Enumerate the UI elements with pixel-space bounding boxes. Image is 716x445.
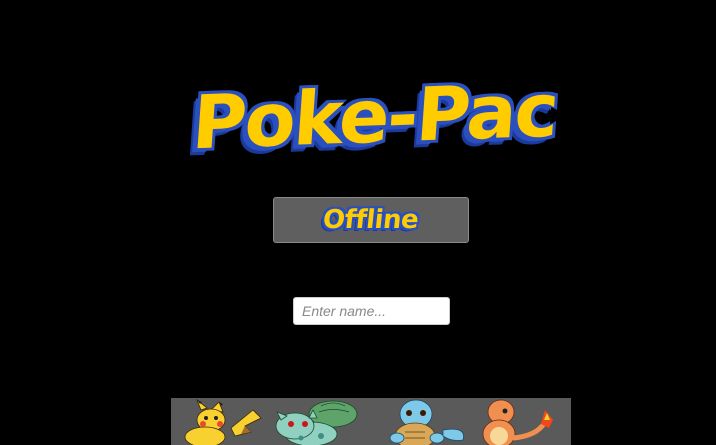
pokemon-banner <box>171 398 571 445</box>
pikachu-icon <box>184 398 262 445</box>
offline-button[interactable]: Offline <box>273 197 469 243</box>
game-screen: Poke-Pac Offline <box>0 0 716 445</box>
charmander-icon <box>482 399 553 445</box>
pokemon-banner-art <box>184 398 553 445</box>
game-title: Poke-Pac <box>189 67 561 167</box>
offline-button-label: Offline <box>321 205 421 235</box>
squirtle-icon <box>389 399 464 445</box>
bulbasaur-icon <box>275 400 358 445</box>
game-logo: Poke-Pac <box>190 62 560 172</box>
player-name-input[interactable] <box>293 297 450 325</box>
